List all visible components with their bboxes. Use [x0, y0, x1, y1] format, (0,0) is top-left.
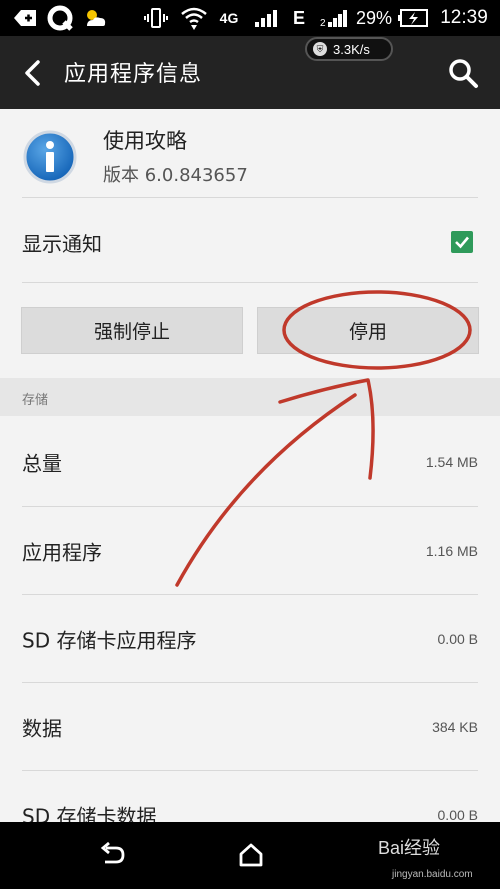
search-icon[interactable]: [446, 56, 480, 90]
storage-row-sd-app: SD 存储卡应用程序 0.00 B: [0, 595, 500, 683]
divider: [22, 197, 478, 198]
show-notifications-label: 显示通知: [22, 232, 102, 256]
shield-icon: ⛨: [313, 42, 327, 56]
app-version: 版本 6.0.843657: [103, 165, 248, 186]
show-notifications-checkbox[interactable]: [451, 231, 473, 253]
battery-charging-icon: [396, 0, 430, 36]
row-label: 应用程序: [22, 540, 102, 565]
weather-icon: [80, 0, 110, 36]
storage-row-app: 应用程序 1.16 MB: [0, 507, 500, 595]
force-stop-button[interactable]: 强制停止: [21, 307, 243, 354]
signal-2-icon: 2: [318, 0, 352, 36]
page-title: 应用程序信息: [64, 62, 203, 87]
watermark: Bai经验: [378, 838, 441, 858]
row-label: 总量: [22, 451, 62, 476]
row-value: 0.00 B: [437, 807, 478, 823]
app-name: 使用攻略: [103, 129, 187, 153]
app-header: 使用攻略 版本 6.0.843657: [0, 109, 500, 197]
storage-row-data: 数据 384 KB: [0, 683, 500, 771]
battery-percent: 29%: [355, 7, 393, 28]
row-value: 0.00 B: [437, 631, 478, 647]
clock: 12:39: [440, 7, 488, 28]
browser-q-icon: [44, 0, 76, 36]
checkmark-icon: [455, 236, 469, 249]
vibrate-icon: [143, 0, 169, 36]
plus-tag-icon: [10, 0, 40, 36]
signal-icon: [252, 0, 280, 36]
disable-button[interactable]: 停用: [257, 307, 479, 354]
info-icon: [22, 129, 78, 185]
lte-indicator: 4G: [219, 10, 239, 26]
back-icon[interactable]: [97, 840, 127, 870]
back-arrow-icon[interactable]: [18, 58, 48, 88]
storage-row-total: 总量 1.54 MB: [0, 418, 500, 506]
status-bar: 4G E 2 29% 12:39: [0, 0, 500, 36]
row-label: 数据: [22, 716, 62, 741]
network-type: E: [292, 7, 305, 28]
network-speed: 3.3K/s: [333, 41, 370, 57]
divider: [22, 282, 478, 283]
network-speed-pill: ⛨ 3.3K/s: [305, 37, 393, 61]
row-label: SD 存储卡应用程序: [22, 628, 197, 653]
row-value: 384 KB: [432, 719, 478, 735]
wifi-icon: [178, 0, 210, 36]
section-title: 存储: [22, 393, 49, 408]
svg-text:2: 2: [320, 18, 326, 28]
home-icon[interactable]: [236, 840, 266, 870]
row-value: 1.16 MB: [425, 543, 478, 559]
storage-section-header: 存储: [0, 378, 500, 416]
row-value: 1.54 MB: [425, 454, 478, 470]
watermark-url: jingyan.baidu.com: [392, 869, 473, 880]
action-bar: 应用程序信息: [0, 36, 500, 109]
